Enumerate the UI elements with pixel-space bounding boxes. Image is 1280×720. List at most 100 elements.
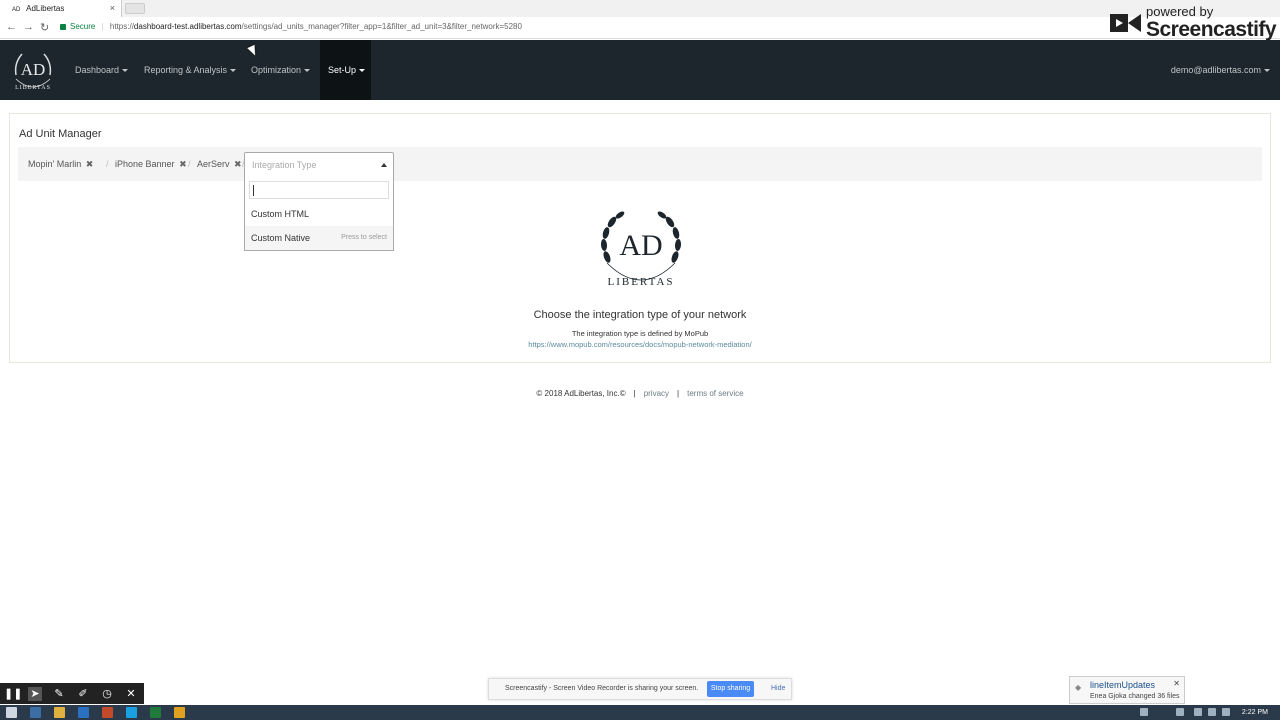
svg-text:AD: AD: [21, 60, 46, 79]
nav-optimization-label: Optimization: [251, 65, 302, 75]
footer-copyright: © 2018 AdLibertas, Inc.©: [536, 389, 626, 398]
screencastify-watermark: powered by Screencastify: [1106, 4, 1277, 42]
caret-down-icon: [359, 69, 366, 73]
remove-app-icon[interactable]: ✖: [86, 159, 94, 169]
url-divider: |: [101, 22, 104, 31]
reload-icon[interactable]: ↻: [40, 21, 49, 34]
wifi-tray-icon[interactable]: [1208, 708, 1216, 716]
svg-text:AD: AD: [619, 229, 662, 262]
file-explorer-icon[interactable]: [54, 707, 65, 718]
filter-breadcrumb: Mopin' Marlin ✖ / iPhone Banner ✖ / AerS…: [18, 147, 1262, 181]
new-tab-button[interactable]: [125, 3, 145, 14]
pen-tool-icon[interactable]: ✎: [52, 687, 66, 701]
browser-tabstrip: AD AdLibertas ×: [0, 0, 1280, 17]
nav-dashboard-label: Dashboard: [75, 65, 120, 75]
terms-link[interactable]: terms of service: [687, 389, 743, 398]
crumb-network-label: AerServ: [197, 159, 230, 169]
nav-reporting[interactable]: Reporting & Analysis: [144, 40, 237, 100]
notification-toast[interactable]: ◆ lineItemUpdates Enea Gjoka changed 36 …: [1069, 676, 1185, 704]
skype-icon[interactable]: [126, 707, 137, 718]
ad-unit-manager-panel: Ad Unit Manager Mopin' Marlin ✖ / iPhone…: [9, 113, 1271, 363]
page-title: Ad Unit Manager: [19, 128, 102, 140]
dropdown-search-input[interactable]: [249, 181, 389, 199]
footer-separator: |: [633, 389, 636, 398]
integration-type-dropdown: Custom HTML Custom Native Press to select: [244, 177, 394, 251]
caret-down-icon: [122, 69, 129, 73]
defined-by-text: The integration type is defined by MoPub: [571, 329, 709, 338]
toast-title: lineItemUpdates: [1090, 680, 1156, 690]
crumb-separator: /: [188, 159, 191, 169]
volume-tray-icon[interactable]: [1194, 708, 1202, 716]
crumb-app[interactable]: Mopin' Marlin ✖: [28, 147, 93, 181]
option-custom-html[interactable]: Custom HTML: [245, 202, 393, 226]
caret-down-icon: [304, 69, 311, 73]
crumb-ad-unit-label: iPhone Banner: [115, 159, 175, 169]
screencastify-toolbar: ❚❚ ➤ ✎ ✐ ◷ ✕: [0, 683, 144, 704]
toast-body: Enea Gjoka changed 36 files: [1090, 693, 1180, 700]
close-toolbar-icon[interactable]: ✕: [124, 687, 138, 701]
screencastify-logo-icon: [1110, 14, 1141, 32]
integration-type-select[interactable]: Integration Type: [244, 152, 394, 178]
privacy-link[interactable]: privacy: [644, 389, 669, 398]
press-to-select-hint: Press to select: [341, 234, 387, 241]
option-custom-native-label: Custom Native: [251, 233, 311, 243]
toast-close-icon[interactable]: ✕: [1173, 679, 1180, 688]
page-footer: © 2018 AdLibertas, Inc.© | privacy | terms o…: [0, 389, 1280, 398]
cursor-tool-icon[interactable]: ➤: [28, 687, 42, 701]
forward-icon[interactable]: →: [23, 21, 34, 33]
caret-down-icon: [230, 69, 237, 73]
eraser-tool-icon[interactable]: ✐: [76, 687, 90, 701]
excel-icon[interactable]: [150, 707, 161, 718]
nav-setup-label: Set-Up: [328, 65, 357, 75]
timer-icon[interactable]: ◷: [100, 687, 114, 701]
windows-start-icon[interactable]: [6, 707, 17, 718]
user-email: demo@adlibertas.com: [1170, 65, 1261, 75]
crumb-network[interactable]: AerServ ✖: [197, 147, 242, 181]
nav-optimization[interactable]: Optimization: [251, 40, 311, 100]
hide-button[interactable]: Hide: [771, 679, 785, 699]
watermark-line2: Screencastify: [1146, 18, 1277, 41]
url-scheme: https://: [109, 22, 134, 31]
remove-ad-unit-icon[interactable]: ✖: [179, 159, 187, 169]
url-path: /settings/ad_units_manager?filter_app=1&…: [241, 22, 522, 31]
tab-favicon: AD: [12, 7, 21, 13]
taskbar-app-icon[interactable]: [30, 707, 41, 718]
network-tray-icon[interactable]: [1176, 708, 1184, 716]
caret-down-icon: [1264, 69, 1270, 73]
remove-network-icon[interactable]: ✖: [234, 159, 242, 169]
keyboard-tray-icon[interactable]: [1140, 708, 1148, 716]
pause-icon[interactable]: ❚❚: [4, 687, 22, 701]
user-menu[interactable]: demo@adlibertas.com: [1171, 40, 1270, 100]
choose-heading: Choose the integration type of your netw…: [533, 309, 747, 321]
browser-tab[interactable]: AD AdLibertas ×: [0, 0, 122, 17]
notification-app-icon: ◆: [1075, 683, 1082, 692]
url-host: dashboard-test.adlibertas.com: [133, 22, 242, 31]
nav-dashboard[interactable]: Dashboard: [75, 40, 129, 100]
address-bar: ← → ↻ Secure | https://dashboard-test.ad…: [0, 17, 1280, 39]
watermark-line1: powered by: [1146, 4, 1214, 19]
app-navbar: AD LIBERTAS Dashboard Reporting & Analys…: [0, 40, 1280, 100]
svg-text:LIBERTAS: LIBERTAS: [607, 276, 674, 288]
taskbar-app-icon[interactable]: [102, 707, 113, 718]
screen-sharing-notice: Screencastify - Screen Video Recorder is…: [488, 678, 792, 700]
url-field[interactable]: Secure | https://dashboard-test.adlibert…: [60, 22, 522, 31]
stop-sharing-button[interactable]: Stop sharing: [707, 681, 754, 697]
integration-type-placeholder: Integration Type: [252, 160, 317, 170]
adlibertas-logo-icon[interactable]: AD LIBERTAS: [8, 45, 58, 95]
tab-close-icon[interactable]: ×: [110, 0, 115, 17]
back-icon[interactable]: ←: [6, 21, 17, 33]
secure-label: Secure: [70, 22, 96, 31]
text-cursor: [253, 185, 254, 196]
mopub-doc-link[interactable]: https://www.mopub.com/resources/docs/mop…: [10, 340, 1270, 349]
crumb-ad-unit[interactable]: iPhone Banner ✖: [115, 147, 187, 181]
crumb-separator: /: [106, 159, 109, 169]
taskbar-clock: 2:22 PM: [1241, 709, 1268, 716]
chrome-icon[interactable]: [174, 707, 185, 718]
action-center-icon[interactable]: [1222, 708, 1230, 716]
option-custom-native[interactable]: Custom Native Press to select: [245, 226, 393, 250]
nav-setup[interactable]: Set-Up: [320, 40, 371, 100]
crumb-app-label: Mopin' Marlin: [28, 159, 82, 169]
sharing-message: Screencastify - Screen Video Recorder is…: [505, 685, 699, 692]
outlook-icon[interactable]: [78, 707, 89, 718]
adlibertas-laurel-logo-icon: AD LIBERTAS: [600, 211, 682, 288]
